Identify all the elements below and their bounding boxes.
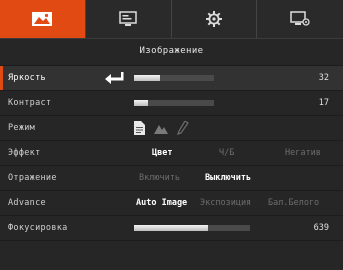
contrast-value: 17 <box>318 98 329 108</box>
effect-label: Эффект <box>8 148 41 158</box>
contrast-label: Контраст <box>8 98 52 108</box>
tab-settings[interactable] <box>172 0 258 38</box>
focus-value: 639 <box>313 223 329 233</box>
brightness-label: Яркость <box>8 73 46 83</box>
image-icon <box>32 12 53 26</box>
enter-arrow-icon <box>105 72 124 84</box>
tab-monitor[interactable] <box>257 0 343 38</box>
contrast-row[interactable]: Контраст 17 <box>0 90 343 115</box>
contrast-slider-fill <box>134 100 148 106</box>
empty-row <box>0 240 343 270</box>
mirror-option-on[interactable]: Включить <box>139 166 180 190</box>
effect-option-color[interactable]: Цвет <box>152 141 172 165</box>
tab-display[interactable] <box>86 0 172 38</box>
mode-icons <box>134 121 189 135</box>
document-icon[interactable] <box>134 121 145 135</box>
pen-icon[interactable] <box>177 121 189 135</box>
brightness-row[interactable]: Яркость 32 <box>0 65 343 90</box>
section-title: Изображение <box>139 46 204 56</box>
brightness-slider[interactable] <box>134 75 214 81</box>
focus-slider[interactable] <box>134 225 250 231</box>
tab-bar <box>0 0 343 39</box>
tab-image[interactable] <box>0 0 86 38</box>
selection-marker <box>0 66 3 90</box>
mountain-icon[interactable] <box>154 121 168 135</box>
advance-label: Advance <box>8 198 46 208</box>
brightness-slider-fill <box>134 75 160 81</box>
mode-label: Режим <box>8 123 36 133</box>
focus-slider-fill <box>134 225 209 231</box>
mode-row[interactable]: Режим <box>0 115 343 140</box>
mirror-option-off[interactable]: Выключить <box>205 166 251 190</box>
brightness-value: 32 <box>318 73 329 83</box>
advance-row[interactable]: Advance Auto Image Экспозиция Бал.Белого <box>0 190 343 215</box>
focus-row[interactable]: Фокусировка 639 <box>0 215 343 240</box>
effect-option-bw[interactable]: Ч/Б <box>219 141 234 165</box>
effect-row[interactable]: Эффект Цвет Ч/Б Негатив <box>0 140 343 165</box>
screen-settings-icon <box>119 11 137 26</box>
advance-option-exposure[interactable]: Экспозиция <box>200 191 251 215</box>
advance-option-auto-image[interactable]: Auto Image <box>136 191 187 215</box>
mirror-row[interactable]: Отражение Включить Выключить <box>0 165 343 190</box>
effect-option-negative[interactable]: Негатив <box>285 141 321 165</box>
monitor-settings-icon <box>290 11 310 26</box>
osd-menu: Изображение Яркость 32 Контраст 17 Режим <box>0 0 343 270</box>
mirror-label: Отражение <box>8 173 57 183</box>
gear-icon <box>205 11 222 27</box>
contrast-slider[interactable] <box>134 100 214 106</box>
advance-option-white-balance[interactable]: Бал.Белого <box>268 191 319 215</box>
focus-label: Фокусировка <box>8 223 68 233</box>
